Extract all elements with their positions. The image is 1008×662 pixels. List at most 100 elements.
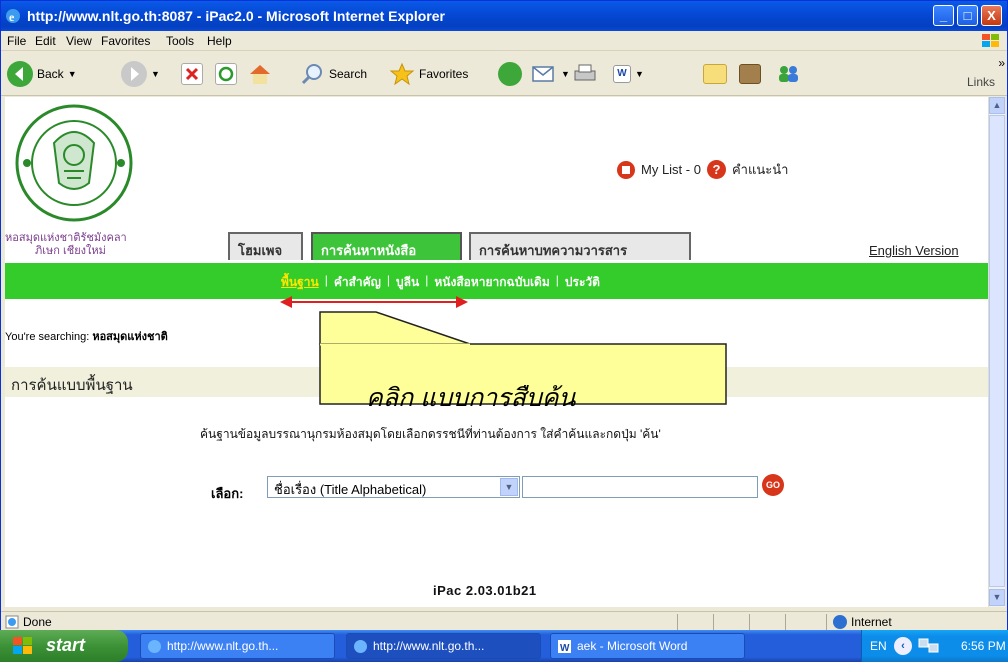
version-label: iPac 2.03.01b21 xyxy=(433,583,537,598)
stop-icon xyxy=(181,63,203,85)
links-button[interactable]: Links xyxy=(967,75,995,89)
taskbar-item-word[interactable]: W aek - Microsoft Word xyxy=(550,633,745,659)
menu-view[interactable]: View xyxy=(66,34,92,48)
word-icon: W xyxy=(558,640,571,654)
mail-button[interactable]: ▼ xyxy=(531,60,570,88)
research-button[interactable] xyxy=(739,60,761,88)
subnav-basic[interactable]: พื้นฐาน xyxy=(281,273,319,292)
searching-status: You're searching: หอสมุดแห่งชาติ xyxy=(5,327,168,345)
menu-edit[interactable]: Edit xyxy=(35,34,56,48)
library-name-line2: ภิเษก เชียงใหม่ xyxy=(35,245,106,257)
print-button[interactable] xyxy=(573,60,597,88)
history-button[interactable] xyxy=(498,60,522,88)
edit-button[interactable]: W ▼ xyxy=(613,60,644,88)
status-divider xyxy=(749,614,750,630)
chevron-down-icon[interactable]: ▼ xyxy=(561,69,570,79)
internet-explorer-icon xyxy=(354,640,367,653)
back-label: Back xyxy=(37,67,64,81)
close-button[interactable]: X xyxy=(981,5,1002,26)
forward-arrow-icon xyxy=(121,61,147,87)
taskbar-item-ie-2[interactable]: http://www.nlt.go.th... xyxy=(346,633,541,659)
windows-flag-icon xyxy=(13,637,32,654)
tab-book-search[interactable]: การค้นหาหนังสือ xyxy=(311,232,462,260)
favorites-label: Favorites xyxy=(419,67,469,81)
svg-text:W: W xyxy=(560,643,570,654)
subnav-rare-books[interactable]: หนังสือหายากฉบับเดิม xyxy=(434,273,549,292)
word-icon: W xyxy=(613,65,631,83)
library-name: หอสมุดแห่งชาติรัชมังคลา ภิเษก เชียงใหม่ xyxy=(5,232,127,258)
taskbar-item-ie-1[interactable]: http://www.nlt.go.th... xyxy=(140,633,335,659)
library-name-line1: หอสมุดแห่งชาติรัชมังคลา xyxy=(5,232,127,244)
mylist-area: My List - 0 ? คำแนะนำ xyxy=(617,159,788,180)
menu-tools[interactable]: Tools xyxy=(166,34,194,48)
language-indicator[interactable]: EN xyxy=(870,639,887,653)
status-divider xyxy=(826,614,827,630)
status-divider xyxy=(713,614,714,630)
menu-favorites[interactable]: Favorites xyxy=(101,34,150,48)
scroll-down-icon[interactable]: ▼ xyxy=(989,589,1005,606)
toolbar-overflow-icon[interactable]: » xyxy=(998,56,1005,70)
tab-journal-search[interactable]: การค้นหาบทความวารสาร xyxy=(469,232,691,260)
network-icon[interactable] xyxy=(918,637,940,655)
title-bar[interactable]: e http://www.nlt.go.th:8087 - iPac2.0 - … xyxy=(1,1,1007,31)
search-button[interactable]: Search xyxy=(301,60,367,88)
messenger-button[interactable] xyxy=(775,60,803,88)
index-select[interactable]: ชื่อเรื่อง (Title Alphabetical) ▼ xyxy=(267,476,520,498)
tab-homepage[interactable]: โฮมเพจ xyxy=(228,232,303,260)
subnav-separator: | xyxy=(386,273,391,287)
home-icon xyxy=(250,65,270,84)
chevron-down-icon[interactable]: ▼ xyxy=(68,69,77,79)
help-link[interactable]: คำแนะนำ xyxy=(732,159,788,180)
home-button[interactable] xyxy=(247,60,273,88)
minimize-button[interactable]: _ xyxy=(933,5,954,26)
security-zone: Internet xyxy=(851,615,892,629)
tray-expand-icon[interactable]: ‹ xyxy=(894,637,912,655)
discuss-button[interactable] xyxy=(703,60,727,88)
start-label: start xyxy=(46,635,86,655)
vertical-scrollbar[interactable]: ▲ ▼ xyxy=(988,97,1005,607)
go-button[interactable]: GO xyxy=(762,474,784,496)
callout-text: คลิก แบบการสืบค้น xyxy=(366,384,576,412)
status-divider xyxy=(677,614,678,630)
subnav-boolean[interactable]: บูลีน xyxy=(396,273,419,292)
stop-button[interactable] xyxy=(181,60,203,88)
help-icon[interactable]: ? xyxy=(706,160,726,179)
back-button[interactable]: Back ▼ xyxy=(7,60,77,88)
menu-help[interactable]: Help xyxy=(207,34,232,48)
book-icon xyxy=(739,64,761,84)
page-content: หอสมุดแห่งชาติรัชมังคลา ภิเษก เชียงใหม่ … xyxy=(5,97,988,607)
subnav-separator: | xyxy=(425,273,429,287)
search-description: ค้นฐานข้อมูลบรรณานุกรมห้องสมุดโดยเลือกดร… xyxy=(200,427,661,441)
mylist-link[interactable]: My List - 0 xyxy=(641,162,701,177)
subnav-bar: พื้นฐาน | คำสำคัญ | บูลีน | หนังสือหายาก… xyxy=(5,263,988,299)
chevron-down-icon[interactable]: ▼ xyxy=(151,69,160,79)
scroll-up-icon[interactable]: ▲ xyxy=(989,97,1005,114)
taskbar-item-label: http://www.nlt.go.th... xyxy=(373,639,485,653)
refresh-button[interactable] xyxy=(215,60,237,88)
taskbar: start http://www.nlt.go.th... http://www… xyxy=(0,630,1008,662)
national-library-seal-icon xyxy=(15,104,133,222)
history-icon xyxy=(498,62,522,86)
mail-icon xyxy=(532,66,554,82)
forward-button[interactable]: ▼ xyxy=(121,60,160,88)
start-button[interactable]: start xyxy=(0,630,128,662)
page-icon xyxy=(5,615,19,629)
scroll-thumb[interactable] xyxy=(989,115,1005,587)
browser-window: e http://www.nlt.go.th:8087 - iPac2.0 - … xyxy=(0,0,1008,631)
favorites-button[interactable]: Favorites xyxy=(389,60,468,88)
system-tray: EN ‹ 6:56 PM xyxy=(861,630,1008,662)
internet-explorer-icon: e xyxy=(6,9,20,24)
chevron-down-icon[interactable]: ▼ xyxy=(500,478,518,496)
section-title: การค้นแบบพื้นฐาน xyxy=(11,377,133,394)
maximize-button[interactable]: □ xyxy=(957,5,978,26)
chevron-down-icon[interactable]: ▼ xyxy=(635,69,644,79)
messenger-icon xyxy=(779,66,798,82)
subnav-separator: | xyxy=(555,273,559,287)
clock: 6:56 PM xyxy=(961,639,1006,653)
subnav-keyword[interactable]: คำสำคัญ xyxy=(334,273,381,292)
windows-logo-icon xyxy=(982,34,999,47)
search-input[interactable] xyxy=(522,476,758,498)
menu-file[interactable]: File xyxy=(7,34,26,48)
subnav-history[interactable]: ประวัติ xyxy=(565,273,600,292)
english-version-link[interactable]: English Version xyxy=(869,243,959,258)
